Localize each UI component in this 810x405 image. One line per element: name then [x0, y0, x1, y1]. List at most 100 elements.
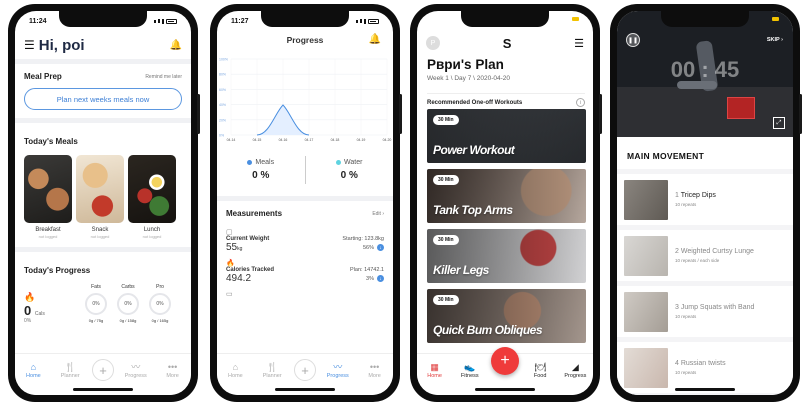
water-stat: Water 0 %: [306, 159, 394, 181]
tab-more[interactable]: ••• More: [158, 362, 188, 379]
meals-water-summary: Meals 0 % Water 0 %: [217, 156, 393, 184]
skip-label: SKIP: [766, 37, 780, 43]
exercise-number: 2: [675, 248, 679, 255]
snack-image: [76, 155, 124, 223]
pause-icon[interactable]: ❚❚: [626, 33, 640, 47]
progress-icon: ◢: [571, 362, 579, 372]
tab-progress[interactable]: 〰 Progress: [323, 362, 353, 379]
tab-fitness[interactable]: 👟 Fitness: [455, 362, 485, 379]
y-tick-label: 100%: [219, 58, 228, 62]
clock: 11:27: [231, 17, 249, 25]
bell-icon[interactable]: 🔔: [369, 34, 381, 45]
breakfast-image: [24, 155, 72, 223]
tab-progress[interactable]: ◢ Progress: [560, 362, 590, 379]
todays-progress-card: Today's Progress 🔥 0 Cals 0% Fats 0% 0g …: [15, 252, 191, 332]
workout-name: Killer Legs: [433, 263, 489, 277]
meal-status: not logged: [142, 234, 162, 239]
add-fab-button[interactable]: +: [491, 347, 519, 375]
meal-status: not logged: [38, 234, 58, 239]
phone-plan: P S ☰ Рври's Plan Week 1 \ Day 7 \ 2020-…: [410, 4, 602, 402]
measure-percent: 56%: [362, 244, 374, 251]
down-arrow-icon: ↓: [377, 275, 384, 282]
tab-more[interactable]: ••• More: [360, 362, 390, 379]
measure-value: 494.2: [226, 273, 252, 284]
exercise-item[interactable]: 3 Jump Squats with Band 10 repeats: [617, 286, 793, 337]
x-tick-label: 04.19: [357, 138, 366, 142]
down-arrow-icon: ↓: [377, 244, 384, 251]
exercise-number: 1: [675, 192, 679, 199]
workout-card[interactable]: 30 Min Killer Legs: [427, 229, 586, 283]
clock: 11:24: [29, 17, 47, 25]
scale-icon: ▢: [226, 229, 233, 236]
meal-label: Snack: [91, 227, 109, 233]
exercise-item[interactable]: 2 Weighted Curtsy Lunge 10 repeats / each…: [617, 230, 793, 281]
todays-progress-title: Today's Progress: [24, 266, 91, 275]
exercise-item[interactable]: 1 Tricep Dips 10 repeats: [617, 174, 793, 225]
tab-label: Food: [533, 373, 547, 379]
plate-icon: 🍽: [534, 362, 546, 372]
tab-label: Progress: [564, 373, 587, 379]
edit-link[interactable]: Edit ›: [372, 211, 384, 217]
measure-unit: kg: [237, 246, 243, 252]
exercise-thumbnail: [624, 235, 668, 276]
tab-label: Home: [228, 373, 243, 379]
measure-percent: 3%: [366, 275, 374, 282]
tab-label: Home: [26, 373, 41, 379]
workout-card[interactable]: 30 Min Power Workout: [427, 109, 586, 163]
tab-home[interactable]: ▦ Home: [420, 362, 450, 379]
add-button[interactable]: +: [293, 359, 316, 381]
bell-icon[interactable]: 🔔: [170, 40, 182, 51]
fullscreen-icon[interactable]: ⤢: [773, 117, 785, 129]
exercise-number: 4: [675, 360, 679, 367]
exercise-thumbnail: [624, 179, 668, 220]
edit-label: Edit: [372, 210, 381, 217]
measure-weight[interactable]: ▢ Current Weight Starting: 123.8kg 55kg 56…: [217, 226, 393, 257]
calories-value: 0: [24, 303, 32, 318]
chart-x-ticks: 04.14 04.15 04.16 04.17 04.18 04.19 04.20: [227, 138, 392, 142]
exercise-thumbnail: [624, 347, 668, 388]
macro-protein: Pro 0% 0g / 165g: [144, 284, 176, 323]
avatar[interactable]: P: [426, 36, 440, 50]
phone-home: 11:24 ☰ Hi, poi 🔔 Meal Prep Remind me la…: [8, 4, 200, 402]
tab-progress[interactable]: 〰 Progress: [121, 362, 151, 379]
signal-icons: [356, 18, 379, 24]
add-button[interactable]: +: [91, 359, 114, 381]
duration-badge: 30 Min: [433, 235, 459, 245]
exercise-video[interactable]: ❚❚ SKIP › 00 : 45 ⤢: [617, 11, 793, 137]
measure-calories[interactable]: 🔥 Calories Tracked Plan: 14742.1 494.2 3% ↓: [217, 257, 393, 288]
menu-icon[interactable]: ☰: [574, 37, 584, 50]
chart-icon: 〰: [333, 362, 343, 372]
meal-lunch[interactable]: Lunch not logged: [128, 155, 176, 239]
macro-name: Fats: [91, 284, 101, 290]
workout-name: Quick Bum Obliques: [433, 323, 543, 337]
measure-plan: Plan: 14742.1: [350, 267, 384, 273]
x-tick-label: 04.18: [331, 138, 340, 142]
skip-button[interactable]: SKIP ›: [767, 37, 783, 43]
remind-later-link[interactable]: Remind me later: [145, 74, 182, 80]
exercise-item[interactable]: 4 Russian twists 10 repeats: [617, 342, 793, 393]
workout-card[interactable]: 30 Min Tank Top Arms: [427, 169, 586, 223]
notch: [59, 11, 147, 27]
plan-meals-button[interactable]: Plan next weeks meals now: [24, 88, 182, 110]
tab-food[interactable]: 🍽 Food: [525, 362, 555, 379]
macro-name: Pro: [156, 284, 164, 290]
tab-planner[interactable]: 🍴 Planner: [55, 362, 85, 379]
greeting: Hi, poi: [38, 36, 85, 54]
meal-label: Breakfast: [35, 227, 61, 233]
meal-breakfast[interactable]: Breakfast not logged: [24, 155, 72, 239]
meal-snack[interactable]: Snack not logged: [76, 155, 124, 239]
water-dot: [336, 160, 342, 165]
tab-planner[interactable]: 🍴 Planner: [257, 362, 287, 379]
battery-icon: [368, 18, 379, 24]
main-movement-list: MAIN MOVEMENT 1 Tricep Dips 10 repeats 2 …: [617, 139, 793, 395]
section-title: MAIN MOVEMENT: [617, 139, 793, 169]
x-tick-label: 04.15: [253, 138, 262, 142]
home-indicator: [275, 388, 335, 391]
meals-label: Meals: [255, 159, 275, 166]
menu-icon[interactable]: ☰: [24, 38, 35, 52]
tab-home[interactable]: ⌂ Home: [220, 362, 250, 379]
tab-home[interactable]: ⌂ Home: [18, 362, 48, 379]
workout-card[interactable]: 30 Min Quick Bum Obliques: [427, 289, 586, 343]
info-icon[interactable]: i: [576, 98, 585, 107]
calories-percent: 0%: [24, 318, 32, 324]
